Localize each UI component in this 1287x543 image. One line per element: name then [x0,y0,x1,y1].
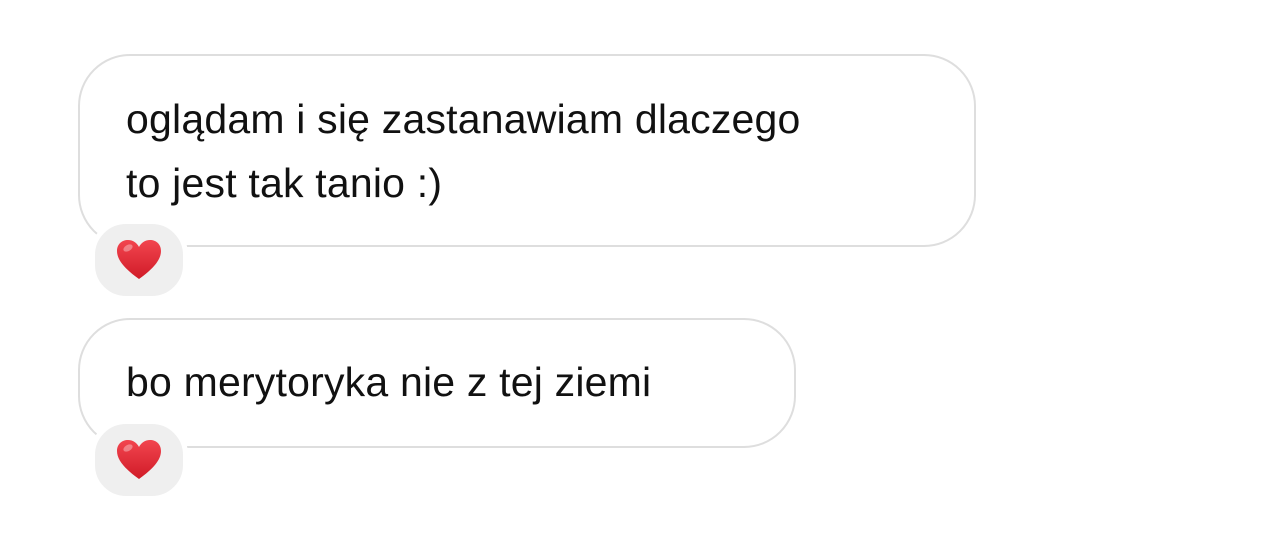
message-bubble[interactable]: oglądam i się zastanawiam dlaczego to je… [78,54,976,247]
message-bubble[interactable]: bo merytoryka nie z tej ziemi [78,318,796,448]
reaction-badge[interactable] [90,419,188,501]
message-text-line: oglądam i się zastanawiam dlaczego [126,96,801,142]
reaction-badge[interactable] [90,219,188,301]
message-text-line: bo merytoryka nie z tej ziemi [126,359,652,405]
heart-icon [117,240,161,279]
heart-icon [117,440,161,479]
message-text-line: to jest tak tanio :) [126,160,443,206]
